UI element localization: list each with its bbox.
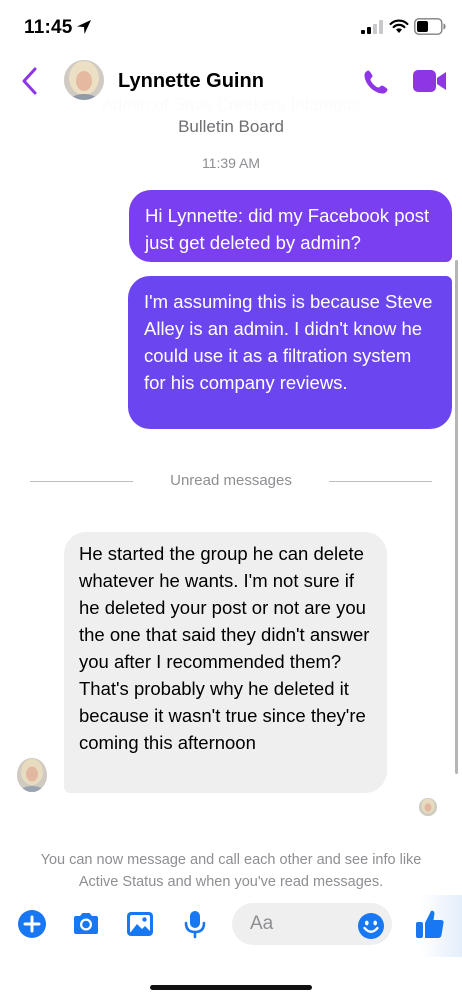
video-camera-icon[interactable] bbox=[412, 68, 448, 94]
avatar[interactable] bbox=[64, 60, 104, 100]
microphone-icon[interactable] bbox=[180, 909, 210, 939]
image-icon[interactable] bbox=[125, 909, 155, 939]
read-receipt-avatar bbox=[419, 798, 437, 816]
sender-avatar[interactable] bbox=[17, 758, 47, 792]
scrollbar[interactable] bbox=[455, 260, 458, 774]
plus-circle-icon[interactable] bbox=[17, 909, 47, 939]
chat-header: Lynnette Guinn bbox=[0, 54, 462, 110]
chevron-left-icon[interactable] bbox=[18, 66, 42, 96]
thumbs-up-icon[interactable] bbox=[414, 908, 446, 940]
phone-icon[interactable] bbox=[362, 68, 390, 96]
incoming-message-bubble[interactable]: He started the group he can delete whate… bbox=[64, 532, 387, 793]
contact-name[interactable]: Lynnette Guinn bbox=[118, 70, 264, 93]
camera-icon[interactable] bbox=[71, 909, 101, 939]
contact-notice: You can now message and call each other … bbox=[40, 852, 422, 890]
divider-line bbox=[329, 481, 432, 482]
outgoing-message-bubble[interactable]: Hi Lynnette: did my Facebook post just g… bbox=[129, 190, 452, 262]
unread-divider: Unread messages bbox=[0, 471, 462, 491]
outgoing-message-bubble[interactable]: I'm assuming this is because Steve Alley… bbox=[128, 276, 452, 429]
group-info-line: Bulletin Board bbox=[178, 117, 284, 136]
conversation-thread[interactable]: Admin of Save Creekers Infamous Bulletin… bbox=[0, 0, 462, 1000]
smiley-icon[interactable] bbox=[357, 912, 385, 940]
home-indicator[interactable] bbox=[150, 985, 312, 990]
message-timestamp: 11:39 AM bbox=[201, 155, 261, 171]
